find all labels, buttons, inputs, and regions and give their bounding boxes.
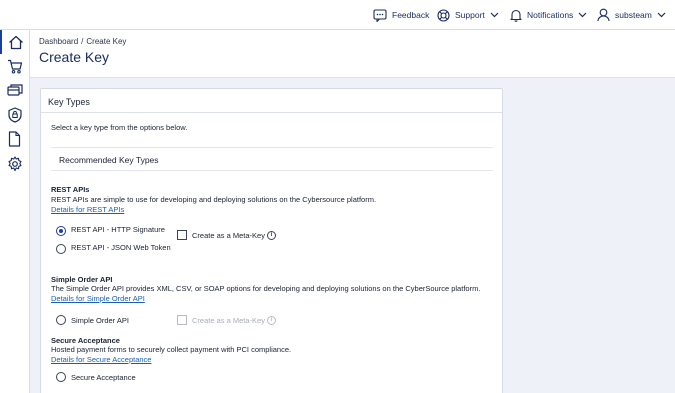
secure-acceptance-radio[interactable] <box>56 372 66 382</box>
rest-section-title: REST APIs <box>51 185 90 194</box>
recommended-section: Recommended Key Types <box>51 147 493 171</box>
sidebar-item-cart[interactable] <box>0 54 29 78</box>
sidebar-item-security[interactable] <box>0 103 29 127</box>
feedback-icon <box>373 8 387 22</box>
secure-acceptance-section-title: Secure Acceptance <box>51 336 120 345</box>
breadcrumb-dashboard[interactable]: Dashboard <box>39 37 78 46</box>
page-header: Dashboard / Create Key Create Key <box>30 30 675 78</box>
rest-json-web-token-radio[interactable] <box>56 244 66 254</box>
breadcrumb-current: Create Key <box>86 37 127 46</box>
rest-json-web-token-label[interactable]: REST API - JSON Web Token <box>71 243 171 252</box>
rest-http-signature-label[interactable]: REST API - HTTP Signature <box>71 225 165 234</box>
notifications-menu[interactable]: Notifications <box>510 7 587 23</box>
breadcrumb-separator: / <box>81 37 84 46</box>
lifebuoy-icon <box>437 8 450 22</box>
info-icon: i <box>267 316 276 325</box>
sidebar-item-home[interactable] <box>0 30 29 54</box>
sidebar-item-settings[interactable] <box>0 152 29 176</box>
intro-text: Select a key type from the options below… <box>51 123 188 132</box>
page-title: Create Key <box>39 49 110 65</box>
simple-order-radio[interactable] <box>56 315 66 325</box>
key-types-card: Key Types Select a key type from the opt… <box>40 88 503 393</box>
simple-order-section-title: Simple Order API <box>51 275 113 284</box>
notifications-label: Notifications <box>527 10 574 20</box>
feedback-label: Feedback <box>392 10 430 20</box>
simple-order-meta-key-checkbox[interactable] <box>177 315 187 325</box>
secure-acceptance-section-desc: Hosted payment forms to securely collect… <box>51 345 292 354</box>
sidebar-item-documents[interactable] <box>0 127 29 151</box>
rest-meta-key-label[interactable]: Create as a Meta-Key <box>192 231 265 240</box>
chevron-down-icon <box>490 12 499 18</box>
simple-order-meta-key-label: Create as a Meta-Key <box>192 316 265 325</box>
support-menu[interactable]: Support <box>437 7 499 23</box>
sidebar <box>0 30 30 393</box>
shield-icon <box>7 107 22 123</box>
card-header: Key Types <box>41 89 502 113</box>
home-icon <box>8 35 23 49</box>
chevron-down-icon <box>657 12 666 18</box>
document-icon <box>8 131 21 147</box>
rest-details-link[interactable]: Details for REST APIs <box>51 205 124 214</box>
simple-order-section-desc: The Simple Order API provides XML, CSV, … <box>51 284 481 293</box>
simple-order-details-link[interactable]: Details for Simple Order API <box>51 294 145 303</box>
payments-icon <box>6 84 23 96</box>
rest-meta-key-checkbox[interactable] <box>177 230 187 240</box>
gear-icon <box>7 156 22 172</box>
simple-order-label[interactable]: Simple Order API <box>71 316 129 325</box>
sidebar-item-payments[interactable] <box>0 78 29 102</box>
rest-http-signature-radio[interactable] <box>56 226 66 236</box>
secure-acceptance-label[interactable]: Secure Acceptance <box>71 373 136 382</box>
support-label: Support <box>455 10 485 20</box>
card-title: Key Types <box>48 97 90 107</box>
user-name: substeam <box>615 10 652 20</box>
user-menu[interactable]: substeam <box>597 7 666 23</box>
secure-acceptance-details-link[interactable]: Details for Secure Acceptance <box>51 355 151 364</box>
cart-icon <box>7 59 22 74</box>
rest-section-desc: REST APIs are simple to use for developi… <box>51 195 377 204</box>
feedback-button[interactable]: Feedback <box>373 7 429 23</box>
chevron-down-icon <box>578 12 587 18</box>
bell-icon <box>510 9 522 22</box>
recommended-title: Recommended Key Types <box>59 155 159 165</box>
user-icon <box>597 8 610 22</box>
info-icon[interactable]: i <box>267 231 276 240</box>
breadcrumb: Dashboard / Create Key <box>39 37 126 46</box>
top-bar: Feedback Support Notifications substeam <box>0 0 675 30</box>
